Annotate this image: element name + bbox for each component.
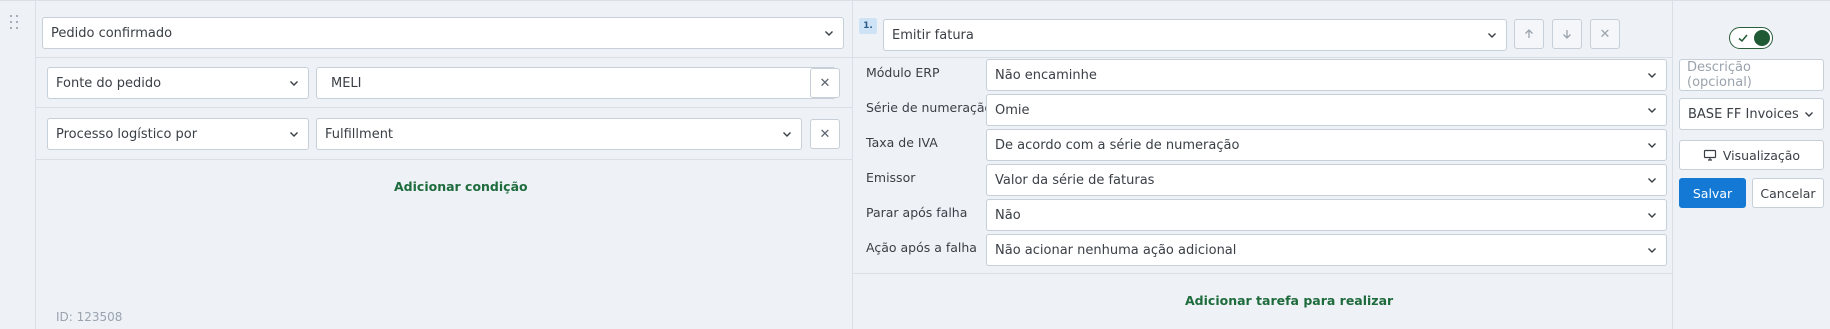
- chevron-down-icon: [825, 31, 833, 36]
- divider: [853, 57, 1673, 58]
- numbering-series-value: Omie: [995, 102, 1030, 118]
- close-icon: ✕: [1599, 26, 1611, 42]
- chevron-down-icon: [1648, 108, 1656, 113]
- rule-enabled-toggle[interactable]: [1729, 27, 1773, 49]
- condition-value-select[interactable]: Fulfillment: [316, 118, 802, 150]
- description-placeholder: Descrição (opcional): [1687, 60, 1752, 90]
- template-select[interactable]: BASE FF Invoices: [1679, 98, 1824, 130]
- close-icon: ✕: [819, 126, 831, 142]
- rule-actions-panel: Descrição (opcional) BASE FF Invoices Vi…: [1673, 1, 1830, 329]
- vat-rate-value: De acordo com a série de numeração: [995, 137, 1240, 153]
- rule-id-label: ID: 123508: [56, 310, 123, 324]
- task-panel: 1. Emitir fatura ✕ Módulo ERP Não encami…: [853, 1, 1673, 329]
- condition-value-text: MELI: [331, 75, 362, 91]
- action-after-failure-select[interactable]: Não acionar nenhuma ação adicional: [986, 234, 1667, 266]
- chevron-down-icon: [1648, 73, 1656, 78]
- issuer-value: Valor da série de faturas: [995, 172, 1155, 188]
- remove-condition-button[interactable]: ✕: [810, 68, 840, 98]
- condition-value-input[interactable]: MELI: [316, 67, 836, 99]
- move-task-up-button[interactable]: [1514, 19, 1544, 49]
- vat-rate-select[interactable]: De acordo com a série de numeração: [986, 129, 1667, 161]
- preview-button-label: Visualização: [1722, 147, 1801, 163]
- close-icon: ✕: [819, 75, 831, 91]
- description-input[interactable]: Descrição (opcional): [1679, 59, 1824, 91]
- divider: [36, 57, 853, 58]
- save-button[interactable]: Salvar: [1679, 178, 1746, 208]
- move-task-down-button[interactable]: [1552, 19, 1582, 49]
- rule-row: Pedido confirmado Fonte do pedido MELI ✕…: [0, 0, 1830, 329]
- drag-column: [0, 1, 36, 329]
- arrow-down-icon: [1563, 30, 1571, 39]
- template-select-value: BASE FF Invoices: [1688, 106, 1799, 122]
- field-label-erp-module: Módulo ERP: [866, 65, 940, 80]
- issuer-select[interactable]: Valor da série de faturas: [986, 164, 1667, 196]
- chevron-down-icon: [1488, 33, 1496, 38]
- trigger-select-value: Pedido confirmado: [51, 25, 173, 41]
- field-label-vat-rate: Taxa de IVA: [866, 135, 938, 150]
- chevron-down-icon: [1648, 178, 1656, 183]
- add-condition-link[interactable]: Adicionar condição: [394, 179, 528, 194]
- cancel-button[interactable]: Cancelar: [1752, 178, 1824, 208]
- chevron-down-icon: [290, 132, 298, 137]
- condition-field-value: Processo logístico por: [56, 126, 198, 142]
- erp-module-value: Não encaminhe: [995, 67, 1097, 83]
- divider: [36, 159, 853, 160]
- divider: [36, 107, 853, 108]
- chevron-down-icon: [783, 132, 791, 137]
- chevron-down-icon: [290, 81, 298, 86]
- drag-handle-icon[interactable]: [10, 15, 22, 35]
- task-action-value: Emitir fatura: [892, 27, 974, 43]
- monitor-icon: [1703, 149, 1716, 161]
- conditions-panel: Pedido confirmado Fonte do pedido MELI ✕…: [36, 1, 853, 329]
- divider: [853, 273, 1673, 274]
- condition-value-text: Fulfillment: [325, 126, 394, 142]
- preview-button[interactable]: Visualização: [1679, 140, 1824, 170]
- condition-field-select[interactable]: Fonte do pedido: [47, 67, 309, 99]
- arrow-up-icon: [1525, 29, 1533, 38]
- add-task-link[interactable]: Adicionar tarefa para realizar: [1185, 293, 1393, 308]
- check-icon: [1738, 34, 1748, 43]
- remove-task-button[interactable]: ✕: [1590, 19, 1620, 49]
- erp-module-select[interactable]: Não encaminhe: [986, 59, 1667, 91]
- toggle-knob: [1754, 30, 1770, 46]
- condition-field-select[interactable]: Processo logístico por: [47, 118, 309, 150]
- chevron-down-icon: [1805, 112, 1813, 117]
- cancel-button-label: Cancelar: [1760, 185, 1816, 201]
- field-label-numbering-series: Série de numeração: [866, 100, 993, 115]
- trigger-select[interactable]: Pedido confirmado: [42, 17, 844, 49]
- stop-after-failure-select[interactable]: Não: [986, 199, 1667, 231]
- action-after-failure-value: Não acionar nenhuma ação adicional: [995, 242, 1237, 258]
- chevron-down-icon: [1648, 248, 1656, 253]
- chevron-down-icon: [1648, 213, 1656, 218]
- field-label-issuer: Emissor: [866, 170, 916, 185]
- task-action-select[interactable]: Emitir fatura: [883, 19, 1507, 51]
- field-label-stop-after-failure: Parar após falha: [866, 205, 968, 220]
- chevron-down-icon: [1648, 143, 1656, 148]
- field-label-action-after-failure: Ação após a falha: [866, 240, 977, 255]
- task-number-badge: 1.: [859, 18, 877, 34]
- remove-condition-button[interactable]: ✕: [810, 119, 840, 149]
- stop-after-failure-value: Não: [995, 207, 1021, 223]
- save-button-label: Salvar: [1692, 185, 1733, 201]
- condition-field-value: Fonte do pedido: [56, 75, 162, 91]
- numbering-series-select[interactable]: Omie: [986, 94, 1667, 126]
